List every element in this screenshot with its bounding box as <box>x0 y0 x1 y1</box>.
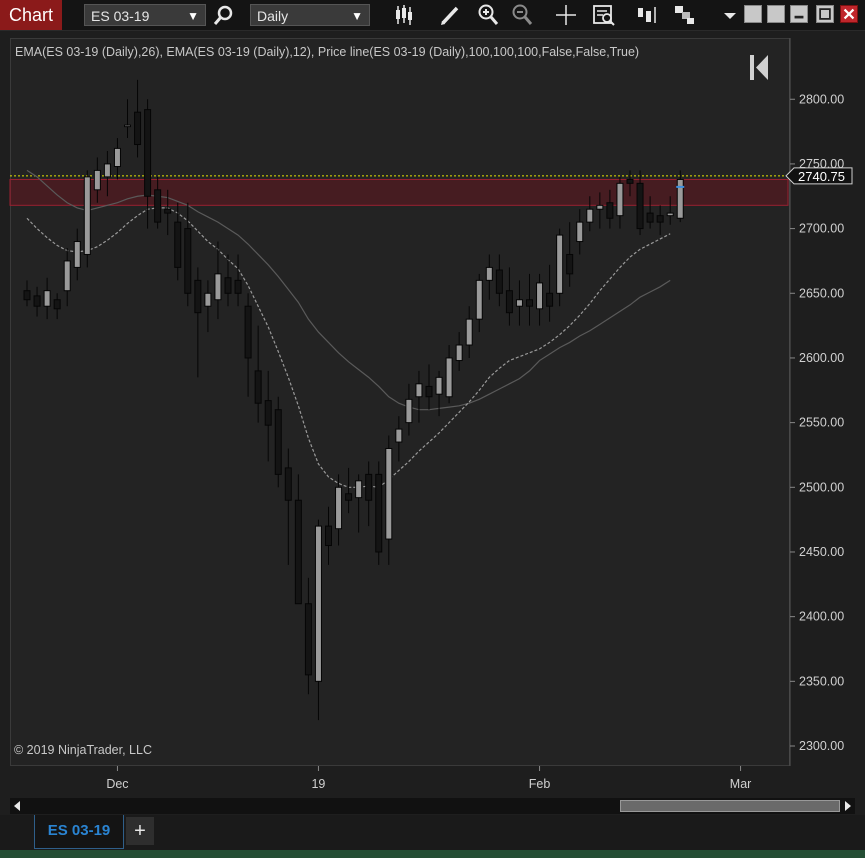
candle <box>596 204 604 210</box>
candle <box>405 398 413 424</box>
indicator-label: EMA(ES 03-19 (Daily),26), EMA(ES 03-19 (… <box>15 45 639 59</box>
candle <box>144 109 152 197</box>
x-tick-label: 19 <box>311 777 325 791</box>
price-marker-label: 2740.75 <box>798 169 845 184</box>
candle <box>636 182 644 230</box>
candle <box>43 290 51 307</box>
candle <box>475 279 483 320</box>
candle <box>264 400 272 426</box>
tab-es-03-19[interactable]: ES 03-19 <box>34 815 124 849</box>
candle <box>164 208 172 214</box>
candle <box>515 299 523 307</box>
candle <box>174 221 182 268</box>
copyright-label: © 2019 NinjaTrader, LLC <box>14 743 152 757</box>
candle <box>53 299 61 310</box>
candle <box>73 241 81 268</box>
candle <box>204 292 212 307</box>
tab-bar: ES 03-19 + <box>0 815 865 850</box>
candle <box>33 295 41 307</box>
candle <box>676 178 684 219</box>
candle <box>495 269 503 294</box>
candle <box>335 486 343 530</box>
candle <box>576 221 584 243</box>
candle <box>485 266 493 281</box>
candle <box>234 279 242 294</box>
candle <box>113 147 121 168</box>
taskbar-strip <box>0 850 865 858</box>
ema-line <box>26 169 671 411</box>
candle <box>606 202 614 219</box>
candle <box>314 525 322 682</box>
candle <box>536 282 544 310</box>
horizontal-scrollbar[interactable] <box>10 798 855 814</box>
candle <box>395 428 403 443</box>
candle <box>93 169 101 191</box>
candle <box>546 292 554 307</box>
candle <box>103 163 111 178</box>
candle <box>194 279 202 314</box>
candle <box>586 208 594 223</box>
candle <box>355 480 363 499</box>
candle <box>465 318 473 346</box>
candle <box>616 182 624 217</box>
scrollbar-thumb[interactable] <box>620 800 840 812</box>
price-chart[interactable]: EMA(ES 03-19 (Daily),26), EMA(ES 03-19 (… <box>0 0 865 800</box>
candle <box>345 493 353 501</box>
candle <box>435 376 443 395</box>
y-tick-label: 2450.00 <box>799 545 844 559</box>
candle <box>425 385 433 398</box>
candle <box>365 473 373 501</box>
candle <box>214 273 222 301</box>
candle <box>23 290 31 301</box>
x-tick-label: Mar <box>730 777 752 791</box>
candle <box>445 357 453 398</box>
scroll-right-icon[interactable] <box>841 798 855 814</box>
candle <box>626 178 634 184</box>
candle <box>83 176 91 255</box>
candle <box>666 212 674 217</box>
zone-band <box>9 178 789 206</box>
y-tick-label: 2650.00 <box>799 286 844 300</box>
y-tick-label: 2550.00 <box>799 416 844 430</box>
candle <box>656 215 664 223</box>
candle <box>134 111 142 146</box>
y-tick-label: 2600.00 <box>799 351 844 365</box>
candle <box>385 447 393 540</box>
x-tick-label: Feb <box>529 777 551 791</box>
candle <box>646 212 654 223</box>
candle <box>294 499 302 605</box>
add-tab-icon[interactable]: + <box>126 817 154 845</box>
candle <box>124 124 131 128</box>
price-marker: 2740.75 <box>785 167 853 185</box>
candle <box>274 409 282 475</box>
y-tick-label: 2350.00 <box>799 674 844 688</box>
candle <box>415 383 423 398</box>
candle <box>244 305 252 359</box>
candle <box>325 525 332 547</box>
candle <box>284 467 292 501</box>
x-tick-label: Dec <box>106 777 128 791</box>
ema-line <box>26 207 671 488</box>
candle <box>154 189 162 223</box>
candle <box>375 473 383 553</box>
skip-to-end-icon[interactable] <box>750 55 768 80</box>
y-tick-label: 2400.00 <box>799 610 844 624</box>
y-tick-label: 2300.00 <box>799 739 844 753</box>
y-tick-label: 2700.00 <box>799 222 844 236</box>
candle <box>505 290 513 314</box>
candle <box>224 277 232 294</box>
candle <box>184 228 192 294</box>
candle <box>566 253 574 275</box>
candle <box>556 234 564 294</box>
candle <box>63 260 71 292</box>
scroll-left-icon[interactable] <box>10 798 24 814</box>
candle <box>304 603 312 676</box>
y-tick-label: 2500.00 <box>799 480 844 494</box>
candle <box>526 299 533 307</box>
y-tick-label: 2800.00 <box>799 92 844 106</box>
candle <box>254 370 262 404</box>
candle <box>455 344 463 362</box>
